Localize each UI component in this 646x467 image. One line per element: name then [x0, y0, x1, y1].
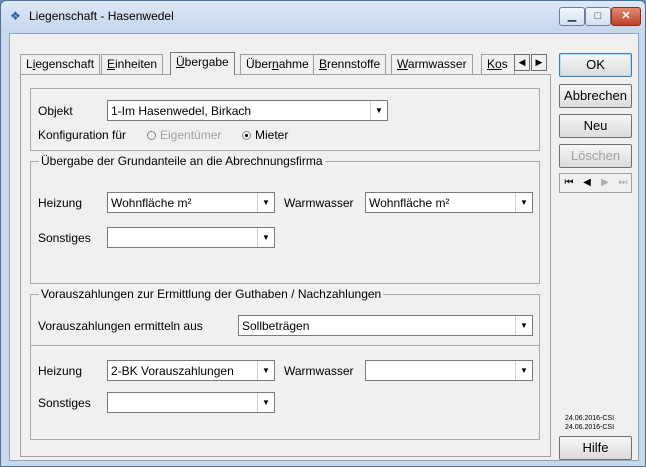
chevron-down-icon[interactable]: ▼	[257, 361, 274, 380]
warmwasser-label: Warmwasser	[284, 364, 354, 378]
sonstiges-label: Sonstiges	[38, 231, 91, 245]
chevron-down-icon[interactable]: ▼	[515, 316, 532, 335]
last-record-icon[interactable]: ⏭	[614, 174, 632, 192]
objekt-group: Objekt 1-Im Hasenwedel, Birkach ▼ Konfig…	[30, 88, 540, 151]
date-stamps: 24.06.2016-CSI 24.06.2016-CSI	[565, 414, 614, 432]
abbrechen-button[interactable]: Abbrechen	[559, 84, 632, 108]
warmwasser-label: Warmwasser	[284, 196, 354, 210]
dialog-client-area: Liegenschaft Einheiten Übergabe Übernahm…	[9, 33, 639, 461]
radio-selected-icon	[242, 131, 251, 140]
heizung-label: Heizung	[38, 196, 83, 210]
group-title: Übergabe der Grundanteile an die Abrechn…	[39, 154, 325, 168]
ermitteln-label: Vorauszahlungen ermitteln aus	[38, 319, 203, 333]
radio-eigentuemer[interactable]: Eigentümer	[147, 128, 221, 142]
tab-einheiten[interactable]: Einheiten	[101, 54, 164, 74]
tab-scroll-left-button[interactable]: ◀	[514, 54, 530, 71]
tab-strip: Liegenschaft Einheiten Übergabe Übernahm…	[20, 52, 560, 75]
tab-kosten[interactable]: Kos	[481, 54, 515, 74]
tab-brennstoffe[interactable]: Brennstoffe	[313, 54, 387, 74]
objekt-value: 1-Im Hasenwedel, Birkach	[111, 104, 252, 118]
tab-uebernahme[interactable]: Übernahme	[240, 54, 315, 74]
minimize-button[interactable]: ▁	[559, 7, 585, 26]
date-stamp: 24.06.2016-CSI	[565, 415, 615, 422]
heizung-combo[interactable]: Wohnfläche m² ▼	[107, 192, 275, 213]
heizung-vz-combo[interactable]: 2-BK Vorauszahlungen ▼	[107, 360, 275, 381]
objekt-label: Objekt	[38, 104, 73, 118]
sonstiges-label: Sonstiges	[38, 396, 91, 410]
close-button[interactable]: ✕	[611, 7, 641, 26]
chevron-down-icon[interactable]: ▼	[515, 193, 532, 212]
ermitteln-combo[interactable]: Sollbeträgen ▼	[238, 315, 533, 336]
objekt-combo[interactable]: 1-Im Hasenwedel, Birkach ▼	[107, 100, 388, 121]
warmwasser-combo[interactable]: Wohnfläche m² ▼	[365, 192, 533, 213]
konfiguration-label: Konfiguration für	[38, 128, 127, 142]
tab-uebergabe[interactable]: Übergabe	[170, 52, 235, 75]
next-record-icon[interactable]: ▶	[596, 174, 614, 192]
previous-record-icon[interactable]: ◀	[578, 174, 596, 192]
warmwasser-vz-combo[interactable]: ▼	[365, 360, 533, 381]
hilfe-button[interactable]: Hilfe	[559, 436, 632, 460]
chevron-down-icon[interactable]: ▼	[370, 101, 387, 120]
title-bar[interactable]: ❖ Liegenschaft - Hasenwedel ▁ □ ✕	[1, 1, 645, 31]
window-title: Liegenschaft - Hasenwedel	[29, 9, 174, 23]
main-window: ❖ Liegenschaft - Hasenwedel ▁ □ ✕ Liegen…	[0, 0, 646, 467]
tab-liegenschaft[interactable]: Liegenschaft	[20, 54, 101, 74]
radio-mieter[interactable]: Mieter	[242, 128, 288, 142]
date-stamp: 24.06.2016-CSI	[565, 424, 615, 431]
group-title: Vorauszahlungen zur Ermittlung der Gutha…	[39, 287, 384, 301]
loeschen-button[interactable]: Löschen	[559, 144, 632, 168]
app-icon: ❖	[10, 9, 21, 23]
neu-button[interactable]: Neu	[559, 114, 632, 138]
heizung-label: Heizung	[38, 364, 83, 378]
chevron-down-icon[interactable]: ▼	[257, 228, 274, 247]
record-navigator: ⏮ ◀ ▶ ⏭	[559, 173, 632, 193]
uebergabe-grundanteile-group: Übergabe der Grundanteile an die Abrechn…	[30, 154, 540, 284]
maximize-button[interactable]: □	[585, 7, 611, 26]
tab-scroll-right-button[interactable]: ▶	[531, 54, 547, 71]
triangle-right-icon: ▶	[535, 57, 543, 67]
chevron-down-icon[interactable]: ▼	[257, 193, 274, 212]
vorauszahlungen-group: Vorauszahlungen zur Ermittlung der Gutha…	[30, 287, 540, 440]
radio-circle-icon	[147, 131, 156, 140]
tab-panel-uebergabe: Objekt 1-Im Hasenwedel, Birkach ▼ Konfig…	[20, 74, 551, 457]
tab-warmwasser[interactable]: Warmwasser	[391, 54, 473, 74]
divider	[31, 345, 539, 346]
ok-button[interactable]: OK	[559, 53, 632, 77]
chevron-down-icon[interactable]: ▼	[257, 393, 274, 412]
first-record-icon[interactable]: ⏮	[560, 174, 578, 192]
chevron-down-icon[interactable]: ▼	[515, 361, 532, 380]
sonstiges-combo[interactable]: ▼	[107, 227, 275, 248]
triangle-left-icon: ◀	[518, 57, 526, 67]
sonstiges-vz-combo[interactable]: ▼	[107, 392, 275, 413]
